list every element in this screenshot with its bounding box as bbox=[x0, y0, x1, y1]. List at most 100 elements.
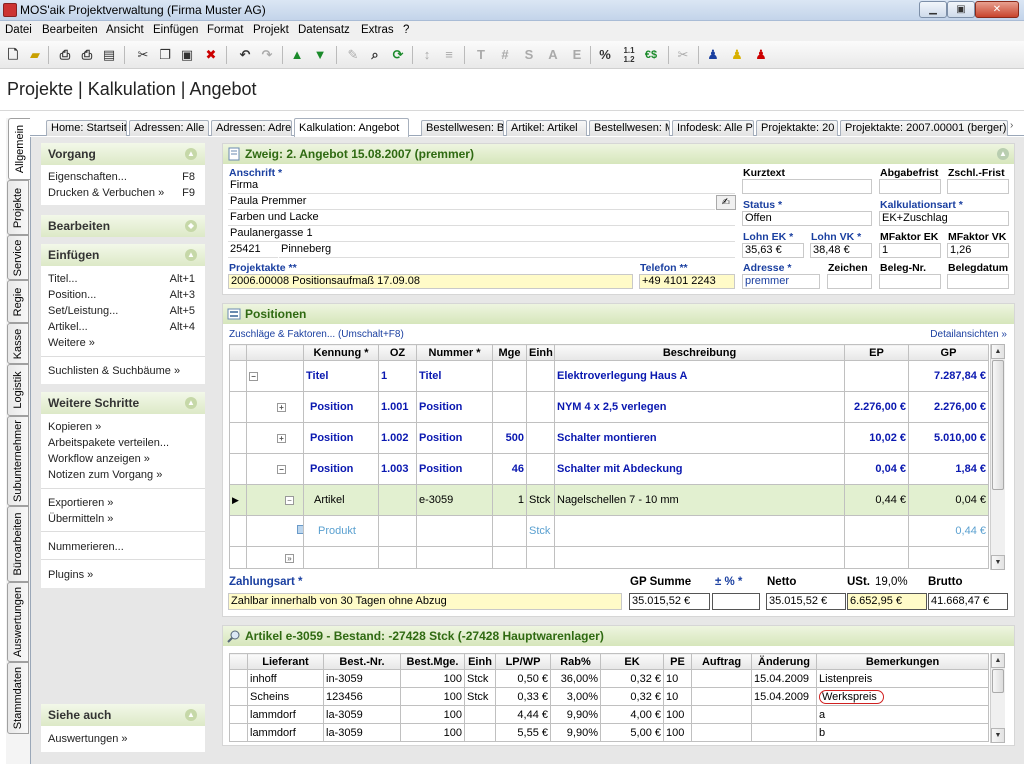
table-row[interactable]: inhoff in-3059 100 Stck 0,50 €36,00% 0,32 €10… bbox=[229, 669, 989, 688]
menu-einfuegen[interactable]: Einfügen bbox=[153, 24, 198, 36]
scroll-up-icon[interactable]: ▲ bbox=[991, 344, 1005, 359]
gp-summe-field[interactable]: 35.015,52 € bbox=[629, 593, 710, 610]
sort-icon[interactable]: ↕ bbox=[418, 46, 436, 64]
user-red-icon[interactable]: ♟ bbox=[752, 46, 770, 64]
print-preview-icon[interactable]: ⎙ bbox=[78, 46, 96, 64]
link-notizen[interactable]: Notizen zum Vorgang » bbox=[48, 469, 162, 481]
link-plugins[interactable]: Plugins » bbox=[48, 569, 93, 581]
tab-adressen-adres[interactable]: Adressen: Adres bbox=[211, 120, 292, 136]
zschl-frist-field[interactable] bbox=[947, 179, 1009, 194]
section-vorgang-header[interactable]: Vorgang ▲ bbox=[41, 143, 205, 165]
col-ek[interactable]: EK bbox=[600, 653, 664, 670]
collapse-icon[interactable]: ▲ bbox=[997, 148, 1009, 160]
link-arbeitspakete[interactable]: Arbeitspakete verteilen... bbox=[48, 437, 169, 449]
adresse-field[interactable]: premmer bbox=[742, 274, 820, 289]
currency-icon[interactable]: €$ bbox=[642, 46, 660, 64]
minimize-button[interactable]: ▁ bbox=[919, 1, 947, 18]
hash-icon[interactable]: # bbox=[496, 46, 514, 64]
address-picker-icon[interactable]: ✍ bbox=[716, 195, 736, 210]
col-einh[interactable]: Einh bbox=[464, 653, 496, 670]
move-down-icon[interactable]: ▼ bbox=[311, 46, 329, 64]
tools-icon[interactable]: ✂ bbox=[674, 46, 692, 64]
refresh-icon[interactable]: ⟳ bbox=[389, 46, 407, 64]
expand-icon[interactable]: ◆ bbox=[185, 220, 197, 232]
positionen-scrollbar[interactable]: ▲ ▼ bbox=[990, 344, 1005, 570]
link-auswertungen[interactable]: Auswertungen » bbox=[48, 733, 128, 745]
anschrift-line-4[interactable]: Paulanergasse 1 bbox=[228, 227, 735, 242]
abgabefrist-field[interactable] bbox=[879, 179, 941, 194]
beleg-nr-field[interactable] bbox=[879, 274, 941, 289]
link-position[interactable]: Position... bbox=[48, 289, 96, 301]
user-blue-icon[interactable]: ♟ bbox=[704, 46, 722, 64]
menu-help[interactable]: ? bbox=[403, 24, 409, 36]
link-zuschlaege-faktoren[interactable]: Zuschläge & Faktoren... (Umschalt+F8) bbox=[229, 329, 404, 340]
menu-bearbeiten[interactable]: Bearbeiten bbox=[42, 24, 98, 36]
expand-node-icon[interactable]: + bbox=[277, 434, 286, 443]
table-row[interactable]: Produkt Stck 0,44 € bbox=[229, 515, 989, 547]
tab-projektakte-20[interactable]: Projektakte: 20 bbox=[756, 120, 838, 136]
a-icon[interactable]: A bbox=[544, 46, 562, 64]
mfaktor-ek-field[interactable]: 1 bbox=[879, 243, 941, 258]
menu-ansicht[interactable]: Ansicht bbox=[106, 24, 144, 36]
link-weitere[interactable]: Weitere » bbox=[48, 337, 95, 349]
vtab-projekte[interactable]: Projekte bbox=[7, 180, 29, 235]
table-row[interactable]: − Position 1.003 Position 46 Schalter mit Ab… bbox=[229, 453, 989, 485]
col-pe[interactable]: PE bbox=[663, 653, 692, 670]
vtab-stammdaten[interactable]: Stammdaten bbox=[7, 662, 29, 734]
open-folder-icon[interactable]: ▰ bbox=[26, 46, 44, 64]
vtab-logistik[interactable]: Logistik bbox=[7, 364, 29, 416]
col-mge[interactable]: Mge bbox=[492, 344, 527, 361]
new-icon[interactable]: 🗋 bbox=[4, 46, 22, 64]
prozent-field[interactable] bbox=[712, 593, 760, 610]
tab-adressen-alle[interactable]: Adressen: Alle bbox=[129, 120, 209, 136]
tab-infodesk[interactable]: Infodesk: Alle P bbox=[672, 120, 754, 136]
redo-icon[interactable]: ↷ bbox=[258, 46, 276, 64]
lohn-vk-field[interactable]: 38,48 € bbox=[810, 243, 872, 258]
col-ep[interactable]: EP bbox=[844, 344, 909, 361]
link-eigenschaften[interactable]: Eigenschaften... bbox=[48, 171, 127, 183]
col-bemerkungen[interactable]: Bemerkungen bbox=[816, 653, 989, 670]
link-drucken-verbuchen[interactable]: Drucken & Verbuchen » bbox=[48, 187, 164, 199]
paste-icon[interactable]: ▣ bbox=[178, 46, 196, 64]
vtab-kasse[interactable]: Kasse bbox=[7, 323, 29, 364]
col-lieferant[interactable]: Lieferant bbox=[247, 653, 324, 670]
expand-node-icon[interactable]: + bbox=[277, 403, 286, 412]
user-yellow-icon[interactable]: ♟ bbox=[728, 46, 746, 64]
table-row[interactable]: Scheins 123456 100 Stck 0,33 €3,00% 0,32 €10 1… bbox=[229, 687, 989, 706]
format-icon[interactable]: ≡ bbox=[440, 46, 458, 64]
link-uebermitteln[interactable]: Übermitteln » bbox=[48, 513, 113, 525]
collapse-icon[interactable]: ▲ bbox=[185, 709, 197, 721]
table-row[interactable]: + Position 1.001 Position NYM 4 x 2,5 verle… bbox=[229, 391, 989, 423]
vtab-subunternehmer[interactable]: Subunternehmer bbox=[7, 416, 29, 506]
t-format-icon[interactable]: T bbox=[472, 46, 490, 64]
tab-bestellwesen-m[interactable]: Bestellwesen: M bbox=[589, 120, 670, 136]
kalkulationsart-field[interactable]: EK+Zuschlag bbox=[879, 211, 1009, 226]
col-einh[interactable]: Einh bbox=[526, 344, 555, 361]
delete-icon[interactable]: ✖ bbox=[202, 46, 220, 64]
scroll-down-icon[interactable]: ▼ bbox=[991, 555, 1005, 570]
cut-icon[interactable]: ✂ bbox=[134, 46, 152, 64]
kurztext-field[interactable] bbox=[742, 179, 872, 194]
section-weitere-header[interactable]: Weitere Schritte ▲ bbox=[41, 392, 205, 414]
ust-field[interactable]: 6.652,95 € bbox=[847, 593, 927, 610]
col-nummer[interactable]: Nummer * bbox=[416, 344, 493, 361]
lohn-ek-field[interactable]: 35,63 € bbox=[742, 243, 804, 258]
telefon-field[interactable]: +49 4101 2243 bbox=[639, 274, 735, 289]
belegdatum-field[interactable] bbox=[947, 274, 1009, 289]
s-icon[interactable]: S bbox=[520, 46, 538, 64]
vtab-auswertungen[interactable]: Auswertungen bbox=[7, 582, 29, 662]
table-row-selected[interactable]: ▶ − Artikel e-3059 1 Stck Nagelschellen 7 - 1… bbox=[229, 484, 989, 516]
vtab-regie[interactable]: Regie bbox=[7, 280, 29, 323]
section-siehe-auch-header[interactable]: Siehe auch ▲ bbox=[41, 704, 205, 726]
table-row[interactable]: − Titel 1 Titel Elektroverlegung Haus A 7.28… bbox=[229, 360, 989, 392]
scroll-up-icon[interactable]: ▲ bbox=[991, 653, 1005, 668]
edit-icon[interactable]: ✎ bbox=[344, 46, 362, 64]
tab-bestellwesen-b[interactable]: Bestellwesen: B bbox=[421, 120, 504, 136]
menu-format[interactable]: Format bbox=[207, 24, 243, 36]
brutto-field[interactable]: 41.668,47 € bbox=[928, 593, 1008, 610]
netto-field[interactable]: 35.015,52 € bbox=[766, 593, 846, 610]
collapse-icon[interactable]: ▲ bbox=[185, 148, 197, 160]
link-detailansichten[interactable]: Detailansichten » bbox=[930, 329, 1007, 340]
tab-artikel[interactable]: Artikel: Artikel bbox=[506, 120, 587, 136]
status-field[interactable]: Offen bbox=[742, 211, 872, 226]
